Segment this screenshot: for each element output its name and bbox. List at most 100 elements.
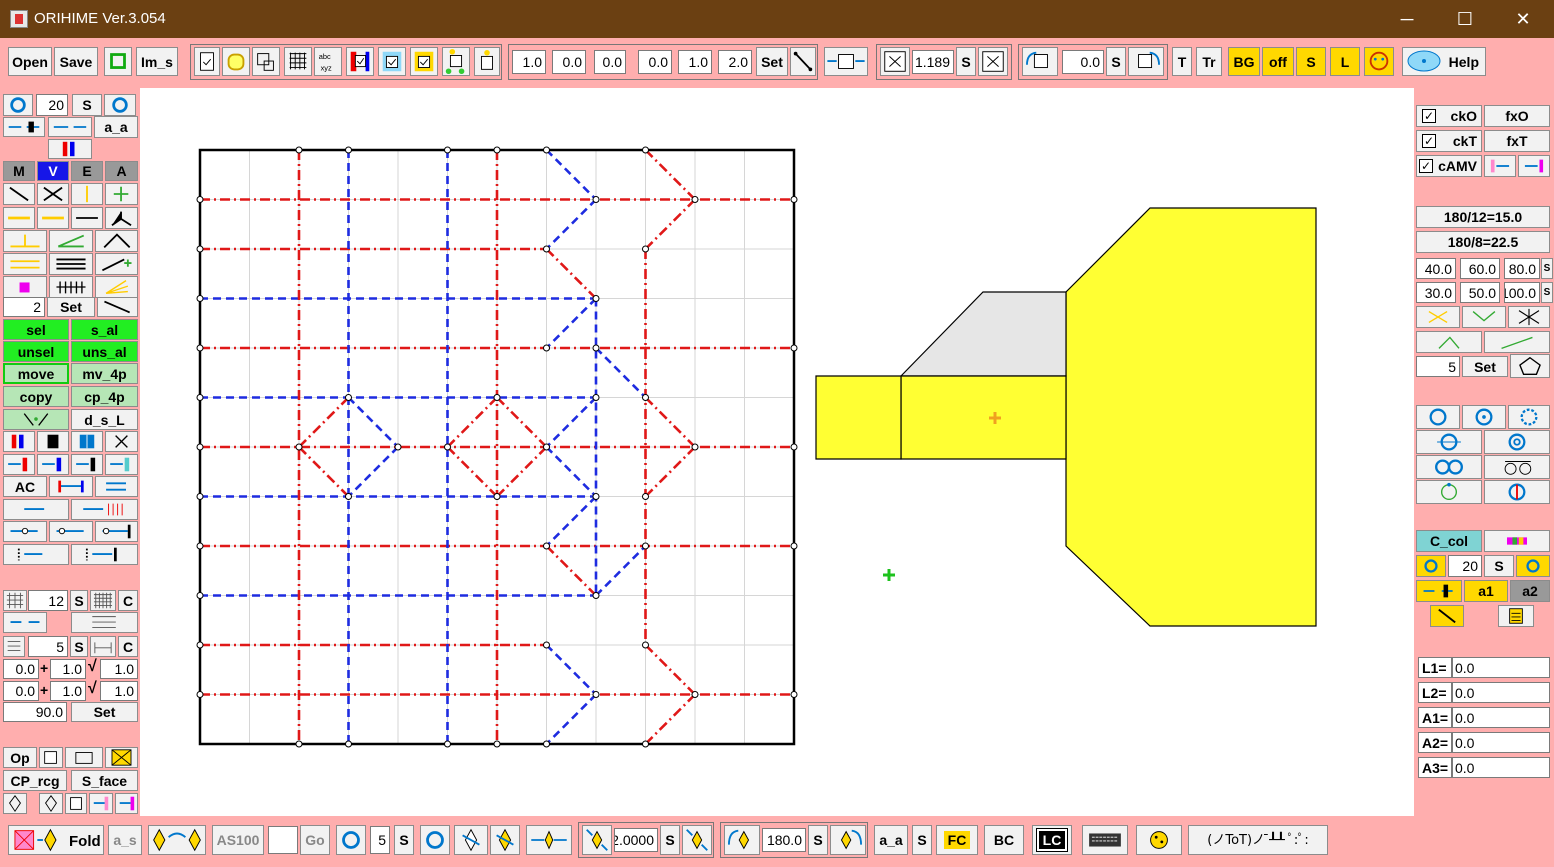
- close-button[interactable]: ✕: [1494, 0, 1552, 38]
- angle-x-icon[interactable]: [1416, 306, 1460, 328]
- undo-rotate-icon[interactable]: [336, 825, 366, 855]
- keyboard-icon[interactable]: [1082, 825, 1128, 855]
- swap-icon[interactable]: [95, 476, 138, 497]
- cp-rcg-button[interactable]: CP_rcg: [3, 770, 67, 791]
- deg-a1-field[interactable]: 40.0: [1416, 258, 1456, 279]
- small-square-icon[interactable]: [65, 793, 87, 814]
- grid-icon[interactable]: [284, 47, 312, 76]
- measure-value[interactable]: 0.0: [1452, 657, 1550, 678]
- dots-arrow-bar-icon[interactable]: [71, 544, 138, 565]
- square-icon[interactable]: [39, 747, 63, 768]
- arrow-hatch-icon[interactable]: [71, 499, 138, 520]
- fold-rotate-cw-icon[interactable]: [830, 825, 866, 855]
- rotate-value-field[interactable]: 0.0: [1062, 50, 1104, 74]
- go-button[interactable]: Go: [300, 825, 330, 855]
- line-input-a2[interactable]: 0.0: [552, 50, 586, 74]
- coef-a2-field[interactable]: 1.0: [50, 659, 86, 679]
- tree-check-icon[interactable]: [442, 47, 470, 76]
- mode-tab-v[interactable]: V: [37, 161, 69, 181]
- op-button[interactable]: Op: [3, 747, 37, 768]
- mode-tab-m[interactable]: M: [3, 161, 35, 181]
- circle-draw-icon[interactable]: [1416, 405, 1460, 429]
- calculator-icon[interactable]: [1498, 605, 1534, 627]
- dash-line-icon[interactable]: [3, 207, 35, 229]
- yellow-dot-box-icon[interactable]: [474, 47, 500, 76]
- bg-s-button[interactable]: S: [1296, 47, 1326, 76]
- rotate-cw-icon[interactable]: [1128, 47, 1164, 76]
- node-arrow-icon[interactable]: [49, 521, 93, 542]
- angle-v-icon[interactable]: [1462, 306, 1506, 328]
- grid-count-field[interactable]: 12: [28, 590, 68, 611]
- bisect-icon[interactable]: [71, 207, 103, 229]
- arrow-to-blue-icon[interactable]: [37, 454, 69, 475]
- mirror-arrows-icon[interactable]: [526, 825, 572, 855]
- interval-field[interactable]: 5: [28, 636, 68, 657]
- measure-value[interactable]: 0.0: [1452, 707, 1550, 728]
- measure-value[interactable]: 0.0: [1452, 732, 1550, 753]
- fold-scale-up-icon[interactable]: [682, 825, 712, 855]
- scissors-icon[interactable]: [105, 431, 138, 452]
- c-rotate-field[interactable]: 20: [1448, 555, 1482, 577]
- grid-move-icon[interactable]: [71, 612, 138, 633]
- cookie-icon[interactable]: [1136, 825, 1182, 855]
- pink-arrow-icon[interactable]: [89, 793, 113, 814]
- scale-horizontal-icon[interactable]: [824, 47, 868, 76]
- mv-4p-button[interactable]: mv_4p: [71, 363, 138, 384]
- c-rotate-right-icon[interactable]: [1516, 555, 1550, 577]
- rotate-ccw-icon[interactable]: [1022, 47, 1058, 76]
- go-field[interactable]: [268, 826, 298, 854]
- d-s-l-button[interactable]: d_s_L: [71, 409, 138, 430]
- a2-button[interactable]: a2: [1510, 580, 1550, 602]
- coef-a3-field[interactable]: 1.0: [100, 659, 138, 679]
- branch-icon[interactable]: [105, 207, 138, 229]
- save-button[interactable]: Save: [54, 47, 98, 76]
- yellow-check-icon[interactable]: [410, 47, 438, 76]
- cp-4p-button[interactable]: cp_4p: [71, 386, 138, 407]
- left-rotate-field[interactable]: 20: [36, 94, 68, 116]
- circle-split-color-icon[interactable]: [1484, 480, 1550, 504]
- open-button[interactable]: Open: [8, 47, 52, 76]
- off-button[interactable]: off: [1262, 47, 1294, 76]
- circle-icon[interactable]: [222, 47, 250, 76]
- ac-button[interactable]: AC: [3, 476, 47, 497]
- ray-fan-icon[interactable]: [95, 276, 138, 298]
- step-field[interactable]: 5: [370, 826, 390, 854]
- line-set-button[interactable]: Set: [756, 47, 788, 76]
- coef-b1-field[interactable]: 0.0: [3, 681, 39, 701]
- arrow-to-cyan-icon[interactable]: [105, 454, 138, 475]
- mv-convert-icon[interactable]: [3, 431, 35, 452]
- camv-checkbox[interactable]: ✓: [1419, 159, 1433, 173]
- maximize-button[interactable]: ☐: [1436, 0, 1494, 38]
- fold-rotate-ccw-icon[interactable]: [724, 825, 760, 855]
- hatch-icon[interactable]: [49, 276, 93, 298]
- face-icon[interactable]: [1364, 47, 1394, 76]
- fold-button[interactable]: Fold: [8, 825, 104, 855]
- arrow-right-icon[interactable]: [3, 499, 69, 520]
- grid-angle-set-button[interactable]: Set: [71, 702, 138, 722]
- cross-lines-icon[interactable]: [37, 183, 69, 205]
- coef-b2-field[interactable]: 1.0: [50, 681, 86, 701]
- ckt-checkbox[interactable]: ✓: [1422, 134, 1436, 148]
- interval-icon[interactable]: [3, 636, 25, 657]
- copy-button[interactable]: copy: [3, 386, 69, 407]
- fold-line-icon[interactable]: [71, 183, 103, 205]
- node-arrow-bar-icon[interactable]: [95, 521, 138, 542]
- bottom-s-button[interactable]: S: [912, 825, 932, 855]
- draw-line-icon[interactable]: [3, 183, 35, 205]
- arrow-between-icon[interactable]: [48, 117, 92, 137]
- magenta-square-icon[interactable]: [3, 276, 47, 298]
- angle-22-5-button[interactable]: 180/8=22.5: [1416, 231, 1550, 253]
- circle-center-icon[interactable]: [1462, 405, 1506, 429]
- a-s-button[interactable]: a_s: [108, 825, 142, 855]
- left-rotate-s-button[interactable]: S: [72, 94, 102, 116]
- grid-angle-field[interactable]: 90.0: [3, 702, 67, 722]
- minimize-button[interactable]: ─: [1378, 0, 1436, 38]
- divide-line-icon[interactable]: [97, 297, 138, 317]
- parallel-line-icon[interactable]: [3, 253, 47, 275]
- frame-icon[interactable]: [104, 47, 132, 76]
- plus-line-icon[interactable]: [105, 183, 138, 205]
- s-face-button[interactable]: S_face: [71, 770, 138, 791]
- unsel-button[interactable]: unsel: [3, 341, 69, 362]
- split-color-icon[interactable]: [48, 139, 92, 159]
- diagonal-line-icon[interactable]: [790, 47, 816, 76]
